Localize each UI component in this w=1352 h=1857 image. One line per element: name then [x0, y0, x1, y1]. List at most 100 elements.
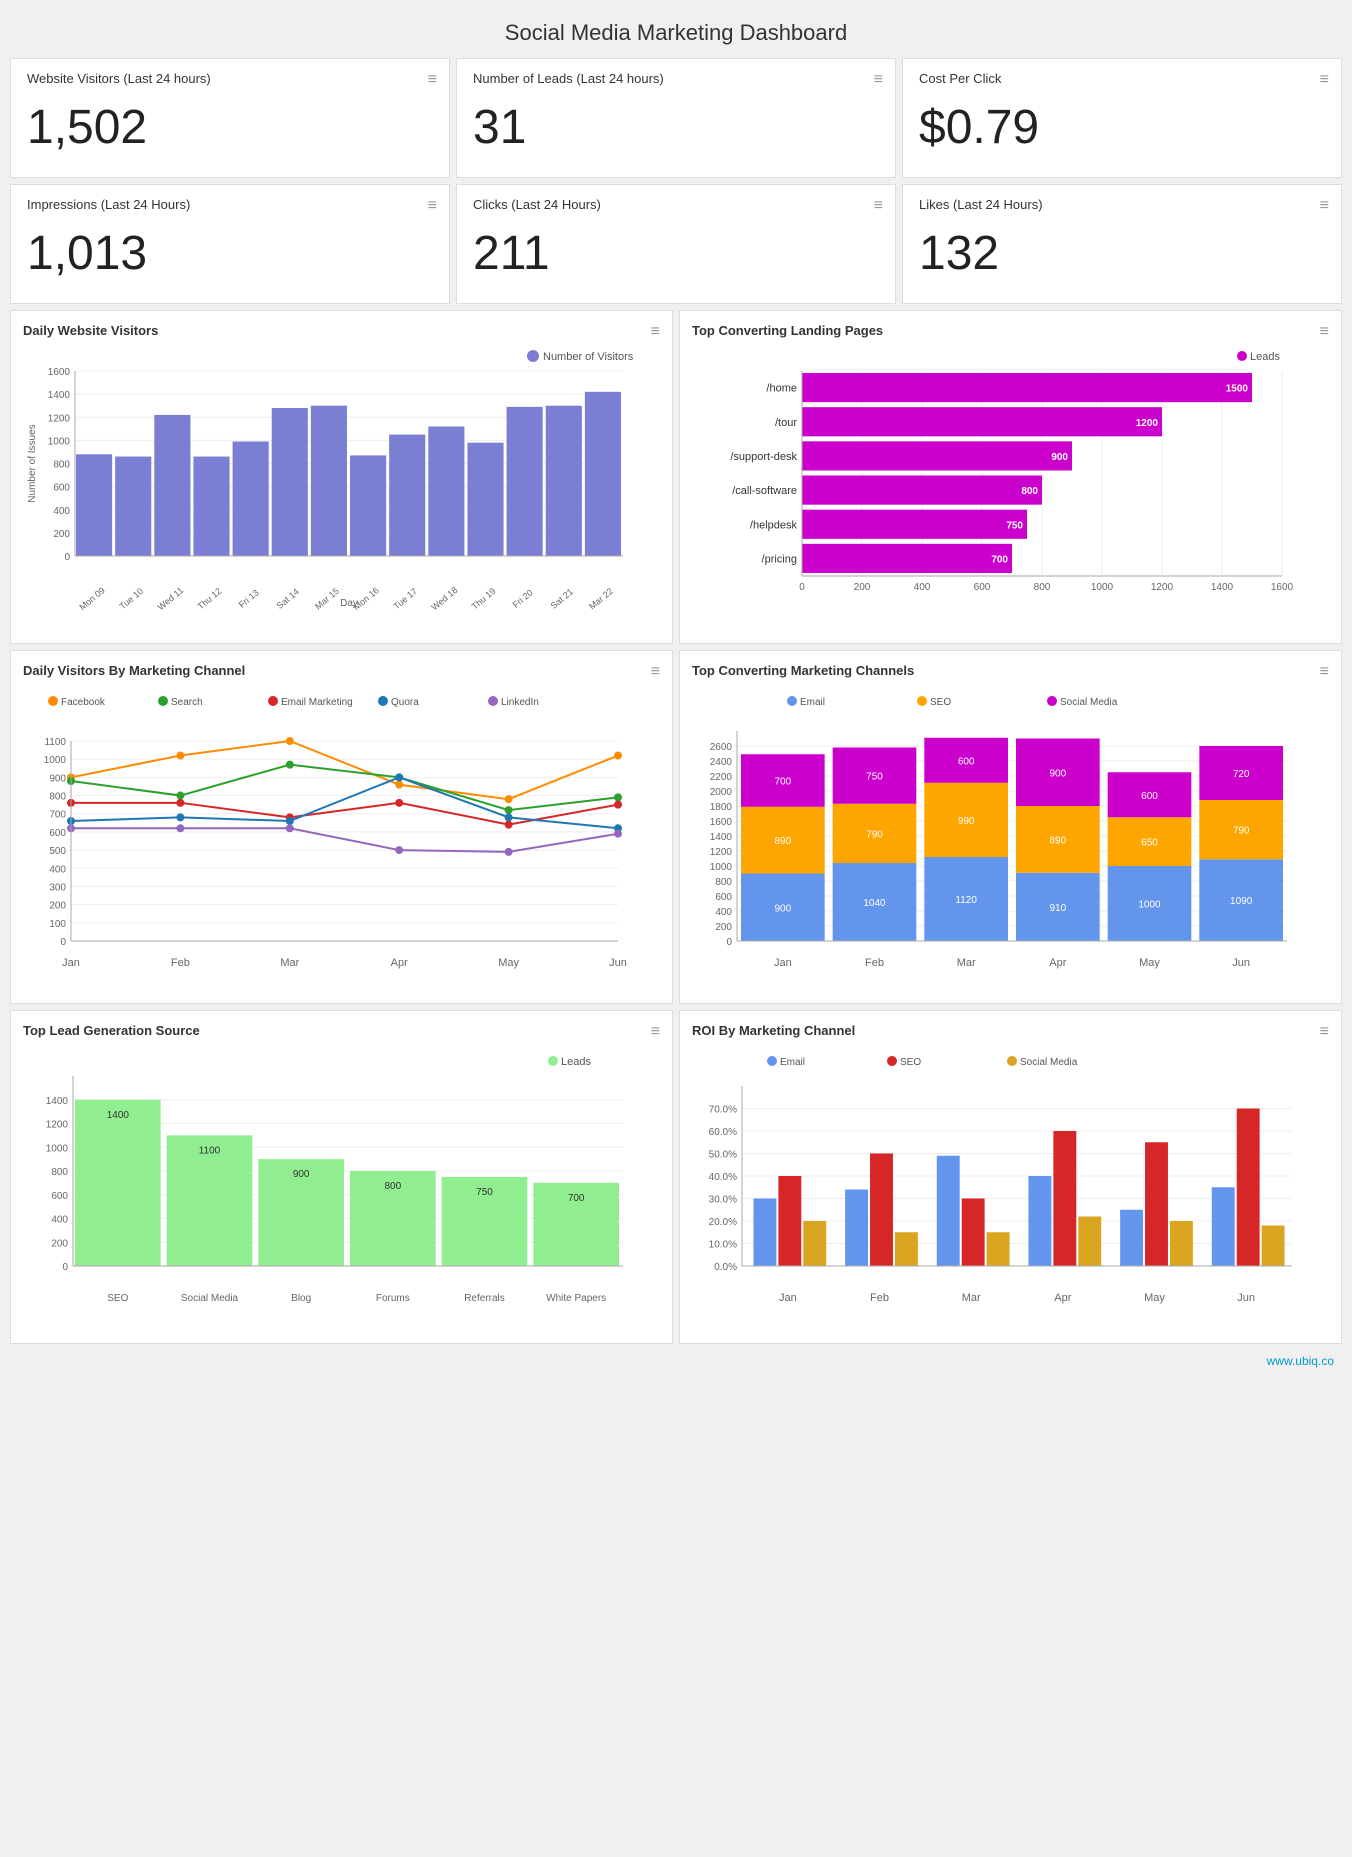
- kpi-card-2: ≡ Cost Per Click $0.79: [902, 58, 1342, 178]
- svg-text:800: 800: [51, 1167, 68, 1178]
- daily-visitors-chart: ≡ Daily Website Visitors Number of Visit…: [10, 310, 673, 644]
- menu-icon-mc[interactable]: ≡: [1320, 663, 1329, 681]
- svg-text:Mar: Mar: [957, 957, 976, 969]
- svg-text:Jun: Jun: [1237, 1292, 1255, 1304]
- svg-text:Feb: Feb: [870, 1292, 889, 1304]
- svg-text:600: 600: [958, 756, 975, 767]
- svg-text:400: 400: [715, 907, 732, 918]
- svg-text:800: 800: [1034, 582, 1051, 593]
- svg-text:890: 890: [1049, 835, 1066, 846]
- svg-text:Feb: Feb: [171, 957, 190, 969]
- svg-text:900: 900: [49, 773, 66, 784]
- svg-text:2600: 2600: [710, 742, 733, 753]
- svg-text:200: 200: [854, 582, 871, 593]
- svg-text:Number of Visitors: Number of Visitors: [543, 351, 634, 363]
- kpi-card-0: ≡ Website Visitors (Last 24 hours) 1,502: [10, 58, 450, 178]
- svg-text:Apr: Apr: [391, 957, 408, 969]
- menu-icon-ls[interactable]: ≡: [651, 1023, 660, 1041]
- svg-text:40.0%: 40.0%: [709, 1172, 737, 1183]
- svg-text:SEO: SEO: [900, 1057, 921, 1068]
- svg-text:60.0%: 60.0%: [709, 1127, 737, 1138]
- svg-text:Leads: Leads: [561, 1056, 591, 1068]
- svg-text:0: 0: [64, 552, 70, 563]
- svg-text:900: 900: [774, 903, 791, 914]
- channel-visitors-chart: ≡ Daily Visitors By Marketing Channel Fa…: [10, 650, 673, 1004]
- kpi-value-3: 1,013: [27, 216, 433, 291]
- kpi-card-3: ≡ Impressions (Last 24 Hours) 1,013: [10, 184, 450, 304]
- svg-text:/pricing: /pricing: [762, 553, 797, 565]
- svg-text:/support-desk: /support-desk: [730, 451, 797, 463]
- svg-text:Apr: Apr: [1054, 1292, 1071, 1304]
- menu-icon-roi[interactable]: ≡: [1320, 1023, 1329, 1041]
- kpi-row-1: ≡ Website Visitors (Last 24 hours) 1,502…: [10, 58, 1342, 178]
- landing-pages-chart: ≡ Top Converting Landing Pages Leads0 20…: [679, 310, 1342, 644]
- svg-text:Thu 19: Thu 19: [470, 586, 498, 612]
- svg-text:700: 700: [774, 777, 791, 788]
- svg-text:Social Media: Social Media: [1020, 1057, 1078, 1068]
- svg-text:Social Media: Social Media: [181, 1293, 239, 1304]
- ls-title: Top Lead Generation Source: [23, 1023, 660, 1038]
- svg-text:Sat 14: Sat 14: [275, 587, 301, 611]
- svg-text:910: 910: [1049, 903, 1066, 914]
- svg-text:Day: Day: [340, 598, 358, 609]
- svg-text:70.0%: 70.0%: [709, 1105, 737, 1116]
- svg-text:600: 600: [51, 1191, 68, 1202]
- svg-text:May: May: [498, 957, 519, 969]
- svg-text:50.0%: 50.0%: [709, 1150, 737, 1161]
- menu-icon-5[interactable]: ≡: [1320, 197, 1329, 215]
- menu-icon-dv[interactable]: ≡: [651, 323, 660, 341]
- svg-text:2200: 2200: [710, 772, 733, 783]
- svg-text:1400: 1400: [46, 1096, 69, 1107]
- kpi-label-2: Cost Per Click: [919, 71, 1325, 86]
- svg-text:Referrals: Referrals: [464, 1293, 505, 1304]
- svg-text:200: 200: [51, 1238, 68, 1249]
- svg-text:0: 0: [799, 582, 805, 593]
- svg-text:Blog: Blog: [291, 1293, 311, 1304]
- menu-icon-cv[interactable]: ≡: [651, 663, 660, 681]
- svg-text:300: 300: [49, 882, 66, 893]
- svg-text:0: 0: [726, 937, 732, 948]
- svg-text:30.0%: 30.0%: [709, 1195, 737, 1206]
- svg-text:1200: 1200: [46, 1120, 69, 1131]
- svg-text:650: 650: [1141, 838, 1158, 849]
- svg-text:Number of Issues: Number of Issues: [27, 424, 38, 502]
- svg-text:White Papers: White Papers: [546, 1293, 606, 1304]
- roi-title: ROI By Marketing Channel: [692, 1023, 1329, 1038]
- menu-icon-1[interactable]: ≡: [874, 71, 883, 89]
- svg-text:600: 600: [974, 582, 991, 593]
- svg-text:1120: 1120: [955, 895, 977, 906]
- svg-text:400: 400: [49, 864, 66, 875]
- svg-text:Fri 13: Fri 13: [237, 587, 261, 609]
- svg-text:600: 600: [53, 483, 70, 494]
- svg-text:700: 700: [991, 554, 1008, 565]
- menu-icon-3[interactable]: ≡: [428, 197, 437, 215]
- svg-text:1090: 1090: [1230, 896, 1253, 907]
- menu-icon-0[interactable]: ≡: [428, 71, 437, 89]
- menu-icon-2[interactable]: ≡: [1320, 71, 1329, 89]
- footer: www.ubiq.co: [10, 1350, 1342, 1372]
- svg-text:10.0%: 10.0%: [709, 1240, 737, 1251]
- svg-text:500: 500: [49, 846, 66, 857]
- svg-text:May: May: [1144, 1292, 1165, 1304]
- svg-text:900: 900: [1049, 768, 1066, 779]
- svg-text:Wed 18: Wed 18: [429, 585, 459, 612]
- menu-icon-4[interactable]: ≡: [874, 197, 883, 215]
- svg-text:/call-software: /call-software: [732, 485, 797, 497]
- svg-text:790: 790: [1233, 826, 1250, 837]
- kpi-value-0: 1,502: [27, 90, 433, 165]
- svg-text:800: 800: [1021, 486, 1038, 497]
- svg-text:Mar: Mar: [962, 1292, 981, 1304]
- svg-text:750: 750: [1006, 520, 1023, 531]
- svg-text:Thu 12: Thu 12: [196, 586, 224, 612]
- chart-row-1: ≡ Daily Website Visitors Number of Visit…: [10, 310, 1342, 644]
- svg-text:1100: 1100: [44, 737, 66, 748]
- svg-text:Wed 11: Wed 11: [156, 585, 186, 612]
- menu-icon-lp[interactable]: ≡: [1320, 323, 1329, 341]
- svg-text:400: 400: [914, 582, 931, 593]
- svg-text:LinkedIn: LinkedIn: [501, 697, 539, 708]
- svg-text:1000: 1000: [44, 755, 67, 766]
- svg-text:990: 990: [958, 816, 975, 827]
- svg-text:Social Media: Social Media: [1060, 697, 1118, 708]
- svg-text:Tue 17: Tue 17: [391, 586, 419, 611]
- svg-text:720: 720: [1233, 769, 1250, 780]
